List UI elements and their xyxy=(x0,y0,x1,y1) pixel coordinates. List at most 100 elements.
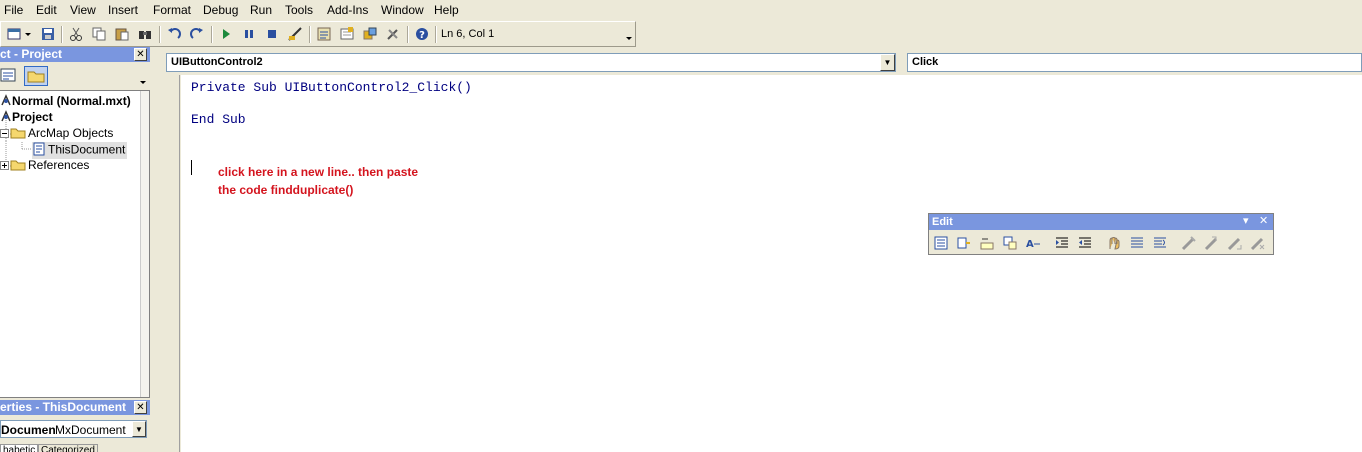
menu-tools[interactable]: Tools xyxy=(285,3,313,17)
text-caret xyxy=(191,160,192,175)
help-icon[interactable]: ? xyxy=(413,25,431,43)
code-editor[interactable]: Private Sub UIButtonControl2_Click() End… xyxy=(181,75,1362,452)
object-combo[interactable]: UIButtonControl2 ▼ xyxy=(166,53,896,72)
tree-node-references[interactable]: References xyxy=(0,158,89,174)
toggle-folders-button[interactable] xyxy=(24,66,48,86)
save-icon[interactable] xyxy=(39,25,57,43)
toolbar-separator xyxy=(309,26,311,43)
tab-alphabetic[interactable]: habetic xyxy=(0,444,39,452)
close-project-explorer-button[interactable]: ✕ xyxy=(134,48,147,61)
properties-window-icon[interactable] xyxy=(338,25,356,43)
properties-tabs: habetic Categorized xyxy=(0,442,150,452)
code-line[interactable]: Private Sub UIButtonControl2_Click() xyxy=(191,80,472,95)
toggle-bookmark-icon[interactable] xyxy=(1180,234,1198,252)
vba-project-icon xyxy=(0,94,12,110)
annotation-line: the code findduplicate() xyxy=(218,183,354,197)
run-icon[interactable] xyxy=(217,25,235,43)
toolbar-separator xyxy=(211,26,213,43)
edit-toolbar-title-text: Edit xyxy=(932,216,953,228)
code-margin-indicator-bar[interactable] xyxy=(158,75,180,452)
menu-help[interactable]: Help xyxy=(434,3,459,17)
view-host-app-icon[interactable] xyxy=(5,25,23,43)
toolbox-icon[interactable] xyxy=(384,25,402,43)
edit-toolbar-floating: Edit ▾ ✕ A xyxy=(928,213,1274,255)
copy-icon[interactable] xyxy=(90,25,108,43)
procedure-combo-value: Click xyxy=(912,56,939,68)
standard-toolbar: ? Ln 6, Col 1 xyxy=(0,21,636,47)
project-explorer-title[interactable]: ct - Project ✕ xyxy=(0,47,150,62)
toolbar-options-icon[interactable]: ▾ xyxy=(1243,214,1249,227)
next-bookmark-icon[interactable] xyxy=(1203,234,1221,252)
parameter-info-icon[interactable] xyxy=(1001,234,1019,252)
menu-view[interactable]: View xyxy=(70,3,96,17)
list-properties-icon[interactable] xyxy=(932,234,950,252)
open-folder-icon xyxy=(10,126,28,142)
comment-block-icon[interactable] xyxy=(1128,234,1146,252)
outdent-icon[interactable] xyxy=(1076,234,1094,252)
chevron-down-icon[interactable]: ▼ xyxy=(132,421,146,437)
properties-window-title[interactable]: erties - ThisDocument ✕ xyxy=(0,400,150,415)
project-toolbar-options-icon[interactable] xyxy=(138,76,148,88)
menu-debug[interactable]: Debug xyxy=(203,3,238,17)
paste-icon[interactable] xyxy=(113,25,131,43)
menu-insert[interactable]: Insert xyxy=(108,3,138,17)
document-icon xyxy=(32,142,48,159)
view-code-icon[interactable] xyxy=(0,66,20,86)
menu-format[interactable]: Format xyxy=(153,3,191,17)
collapse-icon[interactable] xyxy=(0,127,10,141)
toggle-breakpoint-icon[interactable] xyxy=(1105,234,1123,252)
uncomment-block-icon[interactable] xyxy=(1151,234,1169,252)
chevron-down-icon[interactable]: ▼ xyxy=(880,54,895,71)
quick-info-icon[interactable] xyxy=(978,234,996,252)
project-explorer-icon[interactable] xyxy=(315,25,333,43)
tree-node-thisdocument[interactable]: ThisDocument xyxy=(32,142,128,159)
properties-window-title-text: erties - ThisDocument xyxy=(0,400,127,414)
list-constants-icon[interactable] xyxy=(955,234,973,252)
svg-text:?: ? xyxy=(419,30,425,41)
cut-icon[interactable] xyxy=(67,25,85,43)
object-browser-icon[interactable] xyxy=(361,25,379,43)
menu-file[interactable]: File xyxy=(4,3,23,17)
indent-icon[interactable] xyxy=(1053,234,1071,252)
vba-project-icon xyxy=(0,110,12,126)
folder-icon xyxy=(27,71,45,83)
procedure-combo[interactable]: Click xyxy=(907,53,1362,72)
tree-node-arcmap-objects[interactable]: ArcMap Objects xyxy=(0,126,113,142)
menu-edit[interactable]: Edit xyxy=(36,3,57,17)
object-combo-value: UIButtonControl2 xyxy=(171,56,263,68)
menu-run[interactable]: Run xyxy=(250,3,272,17)
undo-icon[interactable] xyxy=(165,25,183,43)
menu-window[interactable]: Window xyxy=(381,3,424,17)
properties-object-name: Documen xyxy=(1,423,56,437)
cursor-position-status: Ln 6, Col 1 xyxy=(441,28,495,40)
annotation-line: click here in a new line.. then paste xyxy=(218,165,419,179)
complete-word-icon[interactable]: A xyxy=(1024,234,1042,252)
redo-icon[interactable] xyxy=(188,25,206,43)
project-explorer-toolbar xyxy=(0,62,150,90)
reset-icon[interactable] xyxy=(263,25,281,43)
toolbar-options-icon[interactable] xyxy=(625,28,633,44)
annotation-text: click here in a new line.. then paste th… xyxy=(218,163,418,199)
project-tree: Normal (Normal.mxt) Project ArcMap Objec… xyxy=(0,90,150,398)
svg-text:A: A xyxy=(1026,239,1034,250)
tree-node-project[interactable]: Project xyxy=(0,110,53,126)
tab-categorized[interactable]: Categorized xyxy=(38,444,98,452)
edit-toolbar-title[interactable]: Edit ▾ ✕ xyxy=(929,214,1273,230)
toolbar-separator xyxy=(61,26,63,43)
properties-object-combo[interactable]: Documen MxDocument ▼ xyxy=(0,420,147,438)
toolbar-separator xyxy=(159,26,161,43)
clear-all-bookmarks-icon[interactable] xyxy=(1249,234,1267,252)
expand-icon[interactable] xyxy=(0,159,10,173)
find-icon[interactable] xyxy=(136,25,154,43)
code-line[interactable]: End Sub xyxy=(191,112,246,127)
toolbar-separator xyxy=(407,26,409,43)
close-properties-button[interactable]: ✕ xyxy=(134,401,147,414)
tree-node-normal[interactable]: Normal (Normal.mxt) xyxy=(0,94,131,110)
close-edit-toolbar-button[interactable]: ✕ xyxy=(1259,214,1268,227)
design-mode-icon[interactable] xyxy=(286,25,304,43)
break-icon[interactable] xyxy=(240,25,258,43)
menu-add-ins[interactable]: Add-Ins xyxy=(327,3,368,17)
insert-dropdown-icon[interactable] xyxy=(23,25,33,43)
previous-bookmark-icon[interactable] xyxy=(1226,234,1244,252)
project-tree-scrollbar[interactable] xyxy=(140,91,149,397)
